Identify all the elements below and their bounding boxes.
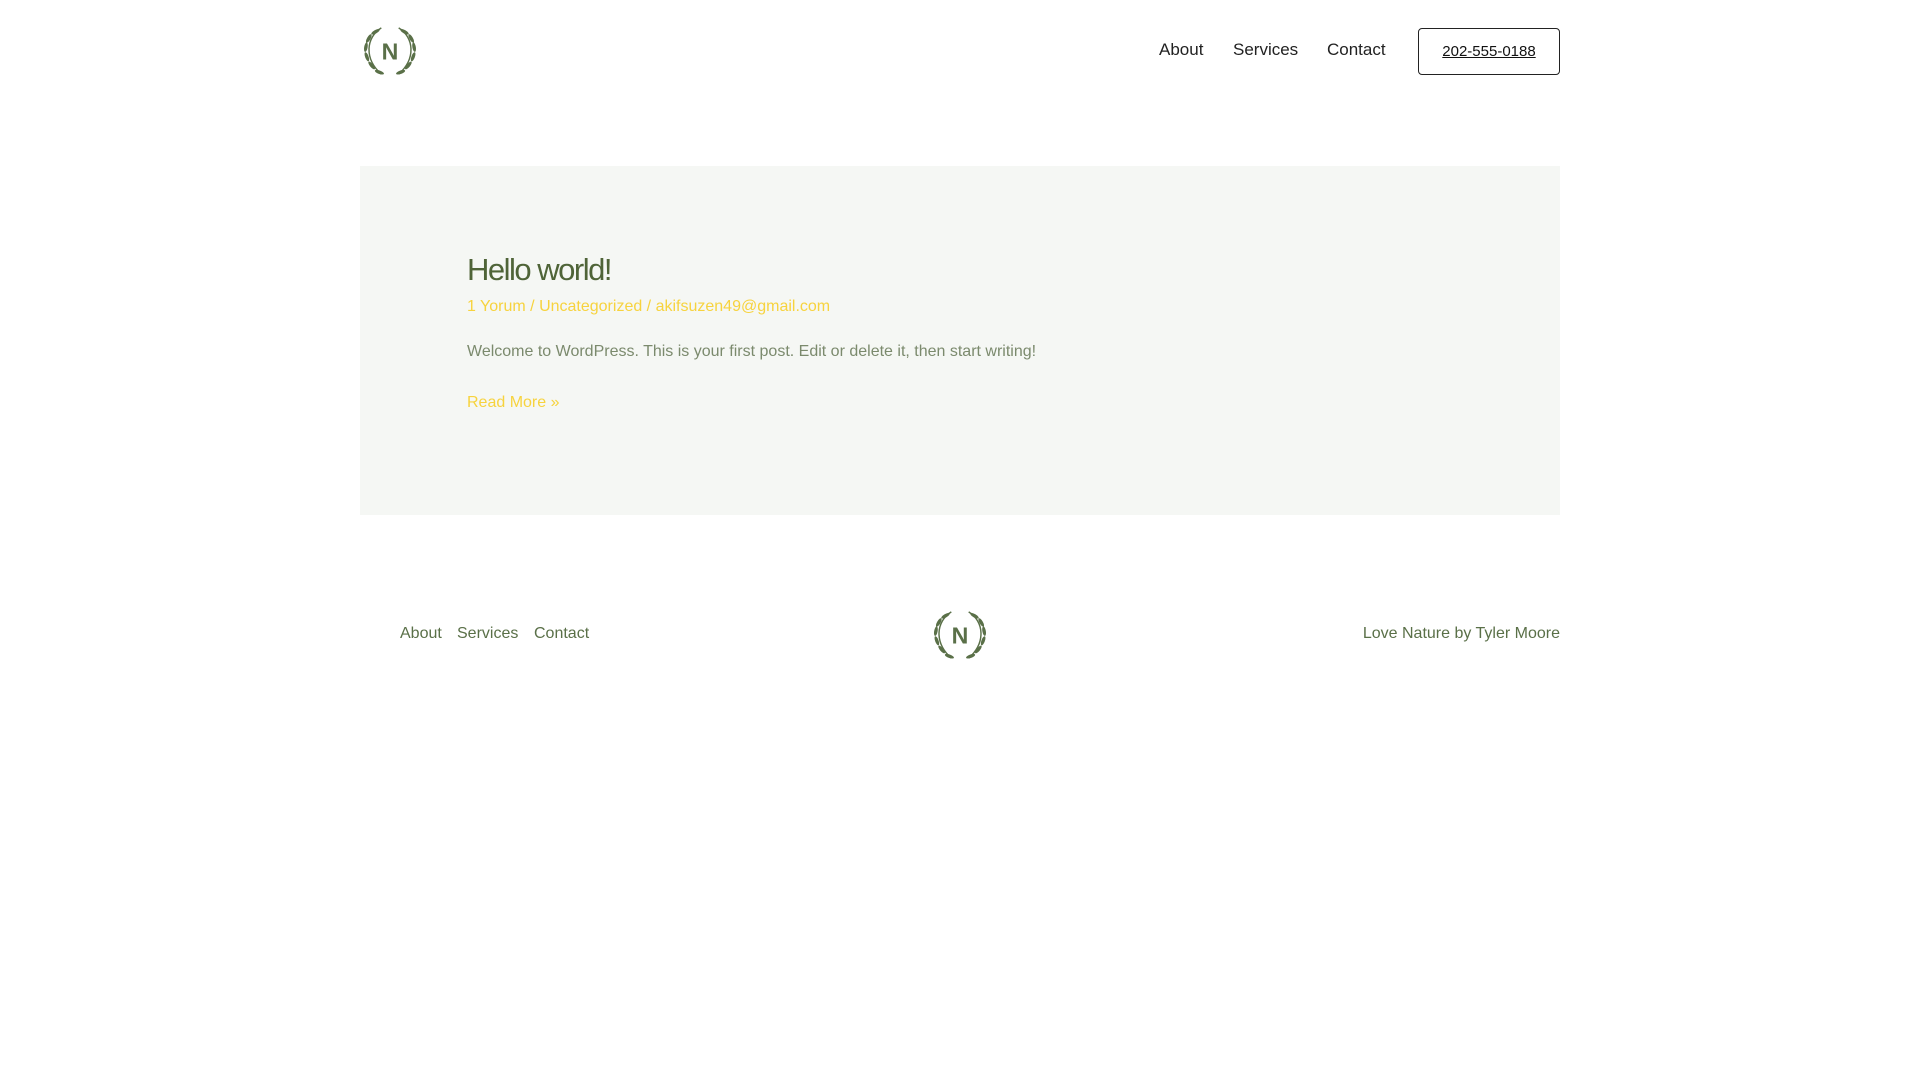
footer-nav-about[interactable]: About <box>400 625 442 643</box>
category-link[interactable]: Uncategorized <box>539 298 642 315</box>
post-excerpt: Welcome to WordPress. This is your first… <box>467 343 1037 360</box>
read-more-link[interactable]: Read More » <box>467 394 560 412</box>
footer-logo[interactable]: N <box>929 608 991 667</box>
site-logo[interactable]: N <box>359 24 421 83</box>
nav-contact[interactable]: Contact <box>1327 40 1386 60</box>
footer-credit: Love Nature by Tyler Moore <box>1362 625 1560 642</box>
meta-separator: / <box>525 298 540 315</box>
meta-separator: / <box>642 298 656 315</box>
post-title[interactable]: Hello world! <box>467 252 612 288</box>
comments-link[interactable]: 1 Yorum <box>467 298 526 315</box>
post-meta: 1 Yorum / Uncategorized / akifsuzen49@gm… <box>467 298 830 316</box>
nav-services[interactable]: Services <box>1233 40 1298 60</box>
post-card <box>360 166 1560 515</box>
logo-letter: N <box>382 39 399 65</box>
footer-nav-contact[interactable]: Contact <box>534 625 589 643</box>
author-link[interactable]: akifsuzen49@gmail.com <box>656 298 831 315</box>
phone-button[interactable]: 202-555-0188 <box>1418 28 1560 75</box>
nav-about[interactable]: About <box>1159 40 1203 60</box>
footer-nav-services[interactable]: Services <box>457 625 518 643</box>
logo-letter: N <box>952 623 969 649</box>
